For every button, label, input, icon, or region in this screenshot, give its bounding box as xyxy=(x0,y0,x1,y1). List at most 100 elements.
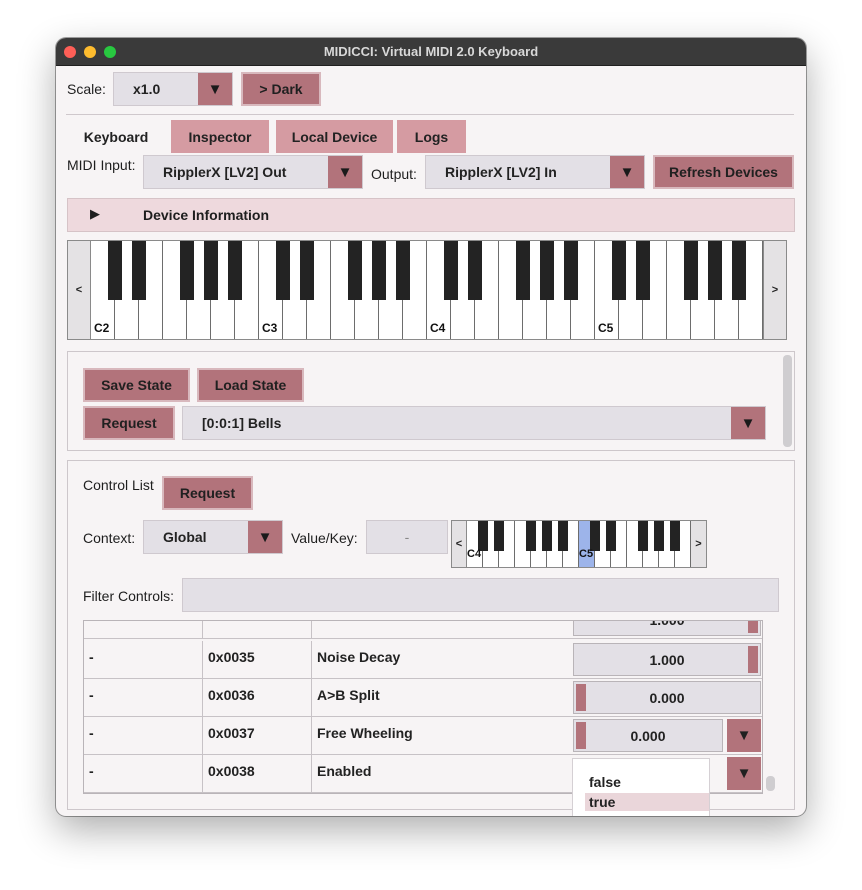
table-cell xyxy=(312,621,571,638)
value-key-input[interactable]: - xyxy=(366,520,448,554)
value-slider[interactable]: 1.000 xyxy=(573,643,761,676)
octave-label: C4 xyxy=(430,321,446,335)
dropdown-option-true[interactable]: true xyxy=(585,793,709,811)
tab-keyboard[interactable]: Keyboard xyxy=(71,120,161,153)
mini-black-key[interactable] xyxy=(606,521,616,551)
value-slider[interactable]: 1.000 xyxy=(573,621,761,636)
table-row[interactable]: - 0x0037 Free Wheeling 0.000 ▼ xyxy=(84,717,762,755)
black-key[interactable] xyxy=(564,241,578,300)
column-separator xyxy=(202,755,203,792)
midi-output-label: Output: xyxy=(371,166,417,182)
mini-black-key[interactable] xyxy=(526,521,536,551)
black-key[interactable] xyxy=(468,241,482,300)
keyboard-scroll-left-button[interactable]: < xyxy=(68,241,91,339)
dark-mode-button[interactable]: > Dark xyxy=(241,72,321,106)
black-key[interactable] xyxy=(348,241,362,300)
black-key[interactable] xyxy=(204,241,218,300)
octave-label: C2 xyxy=(94,321,110,335)
slider-value: 0.000 xyxy=(649,689,685,706)
load-state-button[interactable]: Load State xyxy=(197,368,304,402)
dropdown-option-false[interactable]: false xyxy=(585,773,709,791)
table-cell: - xyxy=(89,763,94,779)
enabled-dropdown-popup: false true xyxy=(572,758,710,816)
black-key[interactable] xyxy=(684,241,698,300)
mini-black-key[interactable] xyxy=(494,521,504,551)
table-cell: 0x0036 xyxy=(208,687,255,703)
chevron-down-icon[interactable]: ▼ xyxy=(727,757,761,790)
state-panel-scrollbar[interactable] xyxy=(783,355,792,447)
tab-inspector[interactable]: Inspector xyxy=(171,120,269,153)
black-key[interactable] xyxy=(132,241,146,300)
chevron-down-icon[interactable]: ▼ xyxy=(610,156,644,188)
mini-piano-keyboard[interactable]: < > C4 C5 xyxy=(451,520,707,568)
black-key[interactable] xyxy=(516,241,530,300)
black-key[interactable] xyxy=(708,241,722,300)
keyboard-scroll-right-button[interactable]: > xyxy=(763,241,786,339)
black-key[interactable] xyxy=(732,241,746,300)
midi-input-select[interactable]: RipplerX [LV2] Out ▼ xyxy=(143,155,363,189)
tab-logs[interactable]: Logs xyxy=(397,120,466,153)
mini-black-key[interactable] xyxy=(638,521,648,551)
chevron-down-icon[interactable]: ▼ xyxy=(328,156,362,188)
mini-black-key[interactable] xyxy=(670,521,680,551)
table-cell: 0x0037 xyxy=(208,725,255,741)
black-key[interactable] xyxy=(540,241,554,300)
device-information-header[interactable]: ▶ Device Information xyxy=(67,198,795,232)
value-slider[interactable]: 0.000 xyxy=(573,719,723,752)
mini-keyboard-scroll-right-button[interactable]: > xyxy=(690,521,706,567)
column-separator xyxy=(202,621,203,638)
column-separator xyxy=(311,679,312,716)
filter-controls-label: Filter Controls: xyxy=(83,588,175,604)
midi-output-select[interactable]: RipplerX [LV2] In ▼ xyxy=(425,155,645,189)
control-table-scrollbar[interactable] xyxy=(766,776,775,791)
black-key[interactable] xyxy=(444,241,458,300)
table-row[interactable]: - 0x0036 A>B Split 0.000 xyxy=(84,679,762,717)
expand-triangle-icon[interactable]: ▶ xyxy=(90,206,100,222)
mini-keyboard-scroll-left-button[interactable]: < xyxy=(452,521,467,567)
table-cell xyxy=(84,621,202,638)
mini-black-key[interactable] xyxy=(590,521,600,551)
black-key[interactable] xyxy=(636,241,650,300)
mini-black-key[interactable] xyxy=(558,521,568,551)
midi-output-value: RipplerX [LV2] In xyxy=(445,164,557,180)
table-row[interactable]: - 0x0035 Noise Decay 1.000 xyxy=(84,641,762,679)
save-state-button[interactable]: Save State xyxy=(83,368,190,402)
chevron-down-icon[interactable]: ▼ xyxy=(727,719,761,752)
octave-label: C5 xyxy=(598,321,614,335)
black-key[interactable] xyxy=(396,241,410,300)
refresh-devices-button[interactable]: Refresh Devices xyxy=(653,155,794,189)
divider xyxy=(66,114,794,115)
context-select[interactable]: Global ▼ xyxy=(143,520,283,554)
table-cell: 0x0035 xyxy=(208,649,255,665)
table-cell: - xyxy=(89,725,94,741)
black-key[interactable] xyxy=(108,241,122,300)
octave-label: C3 xyxy=(262,321,278,335)
table-row[interactable]: 1.000 xyxy=(84,621,762,639)
column-separator xyxy=(311,755,312,792)
chevron-down-icon[interactable]: ▼ xyxy=(731,407,765,439)
scale-select[interactable]: x1.0 ▼ xyxy=(113,72,233,106)
chevron-down-icon[interactable]: ▼ xyxy=(198,73,232,105)
program-request-button[interactable]: Request xyxy=(83,406,175,440)
chevron-down-icon[interactable]: ▼ xyxy=(248,521,282,553)
mini-black-key[interactable] xyxy=(478,521,488,551)
black-key[interactable] xyxy=(276,241,290,300)
black-key[interactable] xyxy=(372,241,386,300)
device-information-label: Device Information xyxy=(143,207,270,223)
tab-local-device[interactable]: Local Device xyxy=(276,120,393,153)
program-select[interactable]: [0:0:1] Bells ▼ xyxy=(182,406,766,440)
mini-black-key[interactable] xyxy=(542,521,552,551)
black-key[interactable] xyxy=(612,241,626,300)
value-slider[interactable]: 0.000 xyxy=(573,681,761,714)
context-label: Context: xyxy=(83,530,136,546)
value-key-value: - xyxy=(404,529,410,545)
black-key[interactable] xyxy=(228,241,242,300)
control-list-request-button[interactable]: Request xyxy=(162,476,253,510)
control-list-label: Control List xyxy=(83,477,154,493)
window-title: MIDICCI: Virtual MIDI 2.0 Keyboard xyxy=(323,44,539,59)
black-key[interactable] xyxy=(300,241,314,300)
piano-keyboard[interactable]: < > C2 C3 C4 C5 xyxy=(67,240,787,340)
mini-black-key[interactable] xyxy=(654,521,664,551)
filter-controls-input[interactable] xyxy=(182,578,779,612)
black-key[interactable] xyxy=(180,241,194,300)
